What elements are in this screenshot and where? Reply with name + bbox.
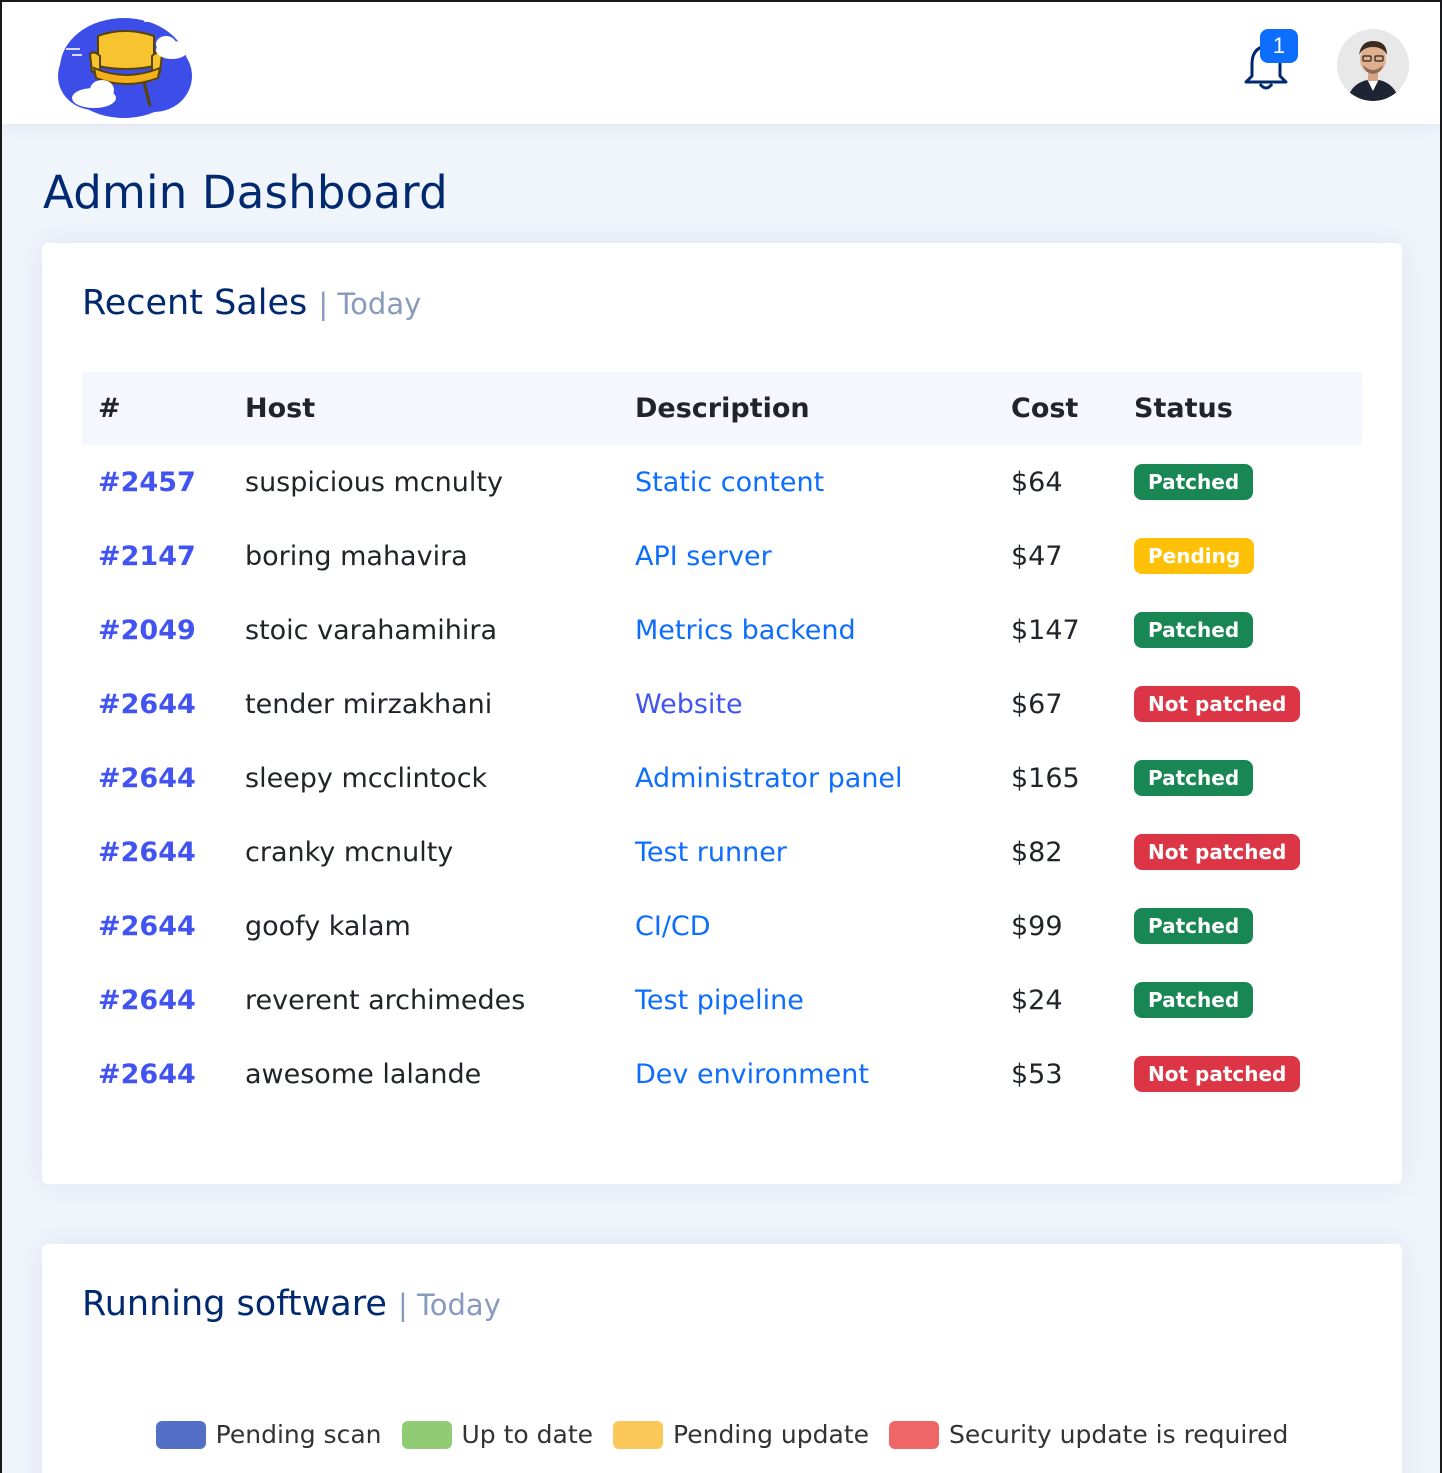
recent-sales-title: Recent Sales | Today [82, 283, 421, 323]
legend-label: Pending scan [215, 1420, 382, 1449]
row-id-link[interactable]: #2644 [82, 889, 229, 963]
table-row: #2644 reverent archimedes Test pipeline $24… [82, 963, 1362, 1037]
table-row: #2644 cranky mcnulty Test runner $82 Not pat… [82, 815, 1362, 889]
table-row: #2457 suspicious mcnulty Static content $64… [82, 445, 1362, 519]
row-cost: $67 [1011, 688, 1063, 720]
table-row: #2147 boring mahavira API server $47 Pending [82, 519, 1362, 593]
card-title-text: Recent Sales [82, 283, 308, 323]
sales-table: # Host Description Cost Status #2457 susp… [82, 372, 1362, 1111]
page-title: Admin Dashboard [43, 166, 448, 219]
status-badge: Pending [1134, 538, 1255, 574]
avatar[interactable] [1337, 29, 1409, 101]
row-status: Patched [1118, 445, 1362, 519]
row-id-link[interactable]: #2644 [82, 815, 229, 889]
legend-swatch [889, 1420, 940, 1449]
row-status: Not patched [1118, 815, 1362, 889]
row-description-link[interactable]: Static content [619, 445, 995, 519]
row-cost: $165 [1011, 762, 1080, 794]
row-cost: $147 [1011, 614, 1080, 646]
status-badge: Patched [1134, 760, 1254, 796]
row-id-link[interactable]: #2644 [82, 741, 229, 815]
table-header-row: # Host Description Cost Status [82, 372, 1362, 445]
table-row: #2644 goofy kalam CI/CD $99 Patched [82, 889, 1362, 963]
row-id-link[interactable]: #2049 [82, 593, 229, 667]
row-cost: $53 [1011, 1058, 1063, 1090]
row-description-link[interactable]: Dev environment [619, 1037, 995, 1111]
row-host: tender mirzakhani [245, 688, 493, 720]
row-host: goofy kalam [245, 910, 411, 942]
legend-label: Pending update [673, 1420, 870, 1449]
row-cost: $47 [1011, 540, 1063, 572]
recent-sales-card: Recent Sales | Today # Host Description … [42, 243, 1402, 1184]
row-description-link[interactable]: CI/CD [619, 889, 995, 963]
row-id-link[interactable]: #2644 [82, 667, 229, 741]
running-software-title: Running software | Today [82, 1284, 501, 1324]
row-cost: $24 [1011, 984, 1063, 1016]
chart-legend: Pending scan Up to date Pending update Secu… [42, 1420, 1402, 1449]
row-description-link[interactable]: Administrator panel [619, 741, 995, 815]
status-badge: Not patched [1134, 1056, 1301, 1092]
row-status: Patched [1118, 741, 1362, 815]
running-software-card: Running software | Today Pending scan Up … [42, 1244, 1402, 1473]
row-status: Not patched [1118, 667, 1362, 741]
status-badge: Patched [1134, 464, 1254, 500]
logo[interactable] [54, 6, 196, 124]
legend-item[interactable]: Security update is required [889, 1420, 1288, 1449]
column-header-id[interactable]: # [82, 372, 229, 445]
row-cost: $64 [1011, 466, 1063, 498]
status-badge: Not patched [1134, 834, 1301, 870]
row-id-link[interactable]: #2644 [82, 1037, 229, 1111]
legend-label: Security update is required [949, 1420, 1289, 1449]
row-host: suspicious mcnulty [245, 466, 503, 498]
row-id-link[interactable]: #2644 [82, 963, 229, 1037]
legend-item[interactable]: Up to date [401, 1420, 594, 1449]
row-host: stoic varahamihira [245, 614, 497, 646]
row-description-link[interactable]: Metrics backend [619, 593, 995, 667]
table-row: #2049 stoic varahamihira Metrics backend $1… [82, 593, 1362, 667]
row-host: cranky mcnulty [245, 836, 454, 868]
row-host: sleepy mcclintock [245, 762, 488, 794]
row-status: Pending [1118, 519, 1362, 593]
legend-label: Up to date [461, 1420, 594, 1449]
row-description-link[interactable]: Test runner [619, 815, 995, 889]
card-subtitle: | Today [398, 1288, 501, 1322]
row-description-link[interactable]: Test pipeline [619, 963, 995, 1037]
row-cost: $99 [1011, 910, 1063, 942]
notification-count-badge: 1 [1260, 29, 1298, 63]
row-status: Patched [1118, 889, 1362, 963]
card-subtitle: | Today [318, 287, 422, 321]
column-header-cost[interactable]: Cost [995, 372, 1118, 445]
row-status: Patched [1118, 963, 1362, 1037]
row-status: Not patched [1118, 1037, 1362, 1111]
column-header-host[interactable]: Host [229, 372, 619, 445]
row-description-link[interactable]: API server [619, 519, 995, 593]
legend-swatch [155, 1420, 206, 1449]
legend-item[interactable]: Pending scan [155, 1420, 382, 1449]
row-id-link[interactable]: #2457 [82, 445, 229, 519]
legend-item[interactable]: Pending update [613, 1420, 869, 1449]
row-host: boring mahavira [245, 540, 468, 572]
legend-swatch [401, 1420, 452, 1449]
row-id-link[interactable]: #2147 [82, 519, 229, 593]
table-row: #2644 tender mirzakhani Website $67 Not patc… [82, 667, 1362, 741]
table-row: #2644 awesome lalande Dev environment $53 No… [82, 1037, 1362, 1111]
table-row: #2644 sleepy mcclintock Administrator pane… [82, 741, 1362, 815]
column-header-status[interactable]: Status [1118, 372, 1362, 445]
status-badge: Not patched [1134, 686, 1301, 722]
status-badge: Patched [1134, 982, 1254, 1018]
row-host: reverent archimedes [245, 984, 526, 1016]
row-host: awesome lalande [245, 1058, 482, 1090]
card-title-text: Running software [82, 1284, 387, 1324]
status-badge: Patched [1134, 612, 1254, 648]
legend-swatch [613, 1420, 664, 1449]
column-header-description[interactable]: Description [619, 372, 995, 445]
row-status: Patched [1118, 593, 1362, 667]
row-cost: $82 [1011, 836, 1063, 868]
status-badge: Patched [1134, 908, 1254, 944]
row-description-link[interactable]: Website [619, 667, 995, 741]
top-header: 1 [2, 2, 1440, 124]
